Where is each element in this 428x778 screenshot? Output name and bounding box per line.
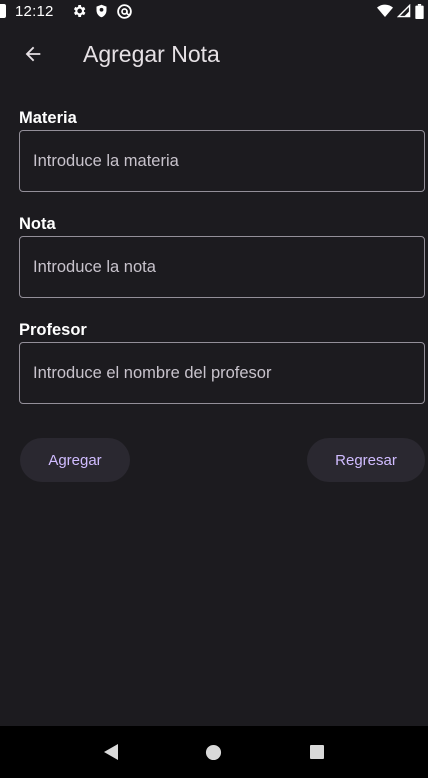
nav-home-button[interactable] [194, 732, 234, 772]
return-button[interactable]: Regresar [307, 438, 425, 482]
add-grade-screen: 12:12 Agregar Nota Materia Introduce la … [0, 0, 428, 778]
back-button[interactable] [9, 30, 57, 78]
nav-back-button[interactable] [91, 732, 131, 772]
nav-back-icon [104, 744, 119, 760]
signal-icon [397, 4, 411, 18]
page-title: Agregar Nota [83, 40, 220, 67]
subject-input[interactable] [19, 130, 425, 192]
teacher-input[interactable] [19, 342, 425, 404]
status-bar-left: 12:12 [0, 3, 133, 20]
teacher-label: Profesor [19, 321, 87, 339]
system-nav-bar [0, 726, 428, 778]
status-time: 12:12 [15, 2, 54, 20]
add-grade-form: Materia Nota Profesor [19, 108, 425, 404]
battery-icon [415, 3, 424, 19]
nav-recents-button[interactable] [297, 732, 337, 772]
wifi-icon [377, 4, 393, 18]
add-button[interactable]: Agregar [20, 438, 130, 482]
shield-icon [94, 3, 109, 19]
app-bar: Agregar Nota [0, 22, 428, 86]
gear-icon [71, 3, 87, 19]
teacher-field-group: Profesor [19, 320, 425, 404]
notification-icon [0, 4, 6, 18]
nav-recents-icon [309, 745, 324, 759]
nav-home-icon [206, 744, 222, 760]
at-sign-icon [116, 3, 133, 20]
subject-field-group: Materia [19, 108, 425, 192]
status-bar: 12:12 [0, 0, 428, 22]
grade-label: Nota [19, 215, 56, 233]
subject-label: Materia [19, 109, 77, 127]
grade-field-group: Nota [19, 214, 425, 298]
grade-input[interactable] [19, 236, 425, 298]
status-bar-right [377, 3, 424, 19]
arrow-back-icon [25, 46, 41, 62]
